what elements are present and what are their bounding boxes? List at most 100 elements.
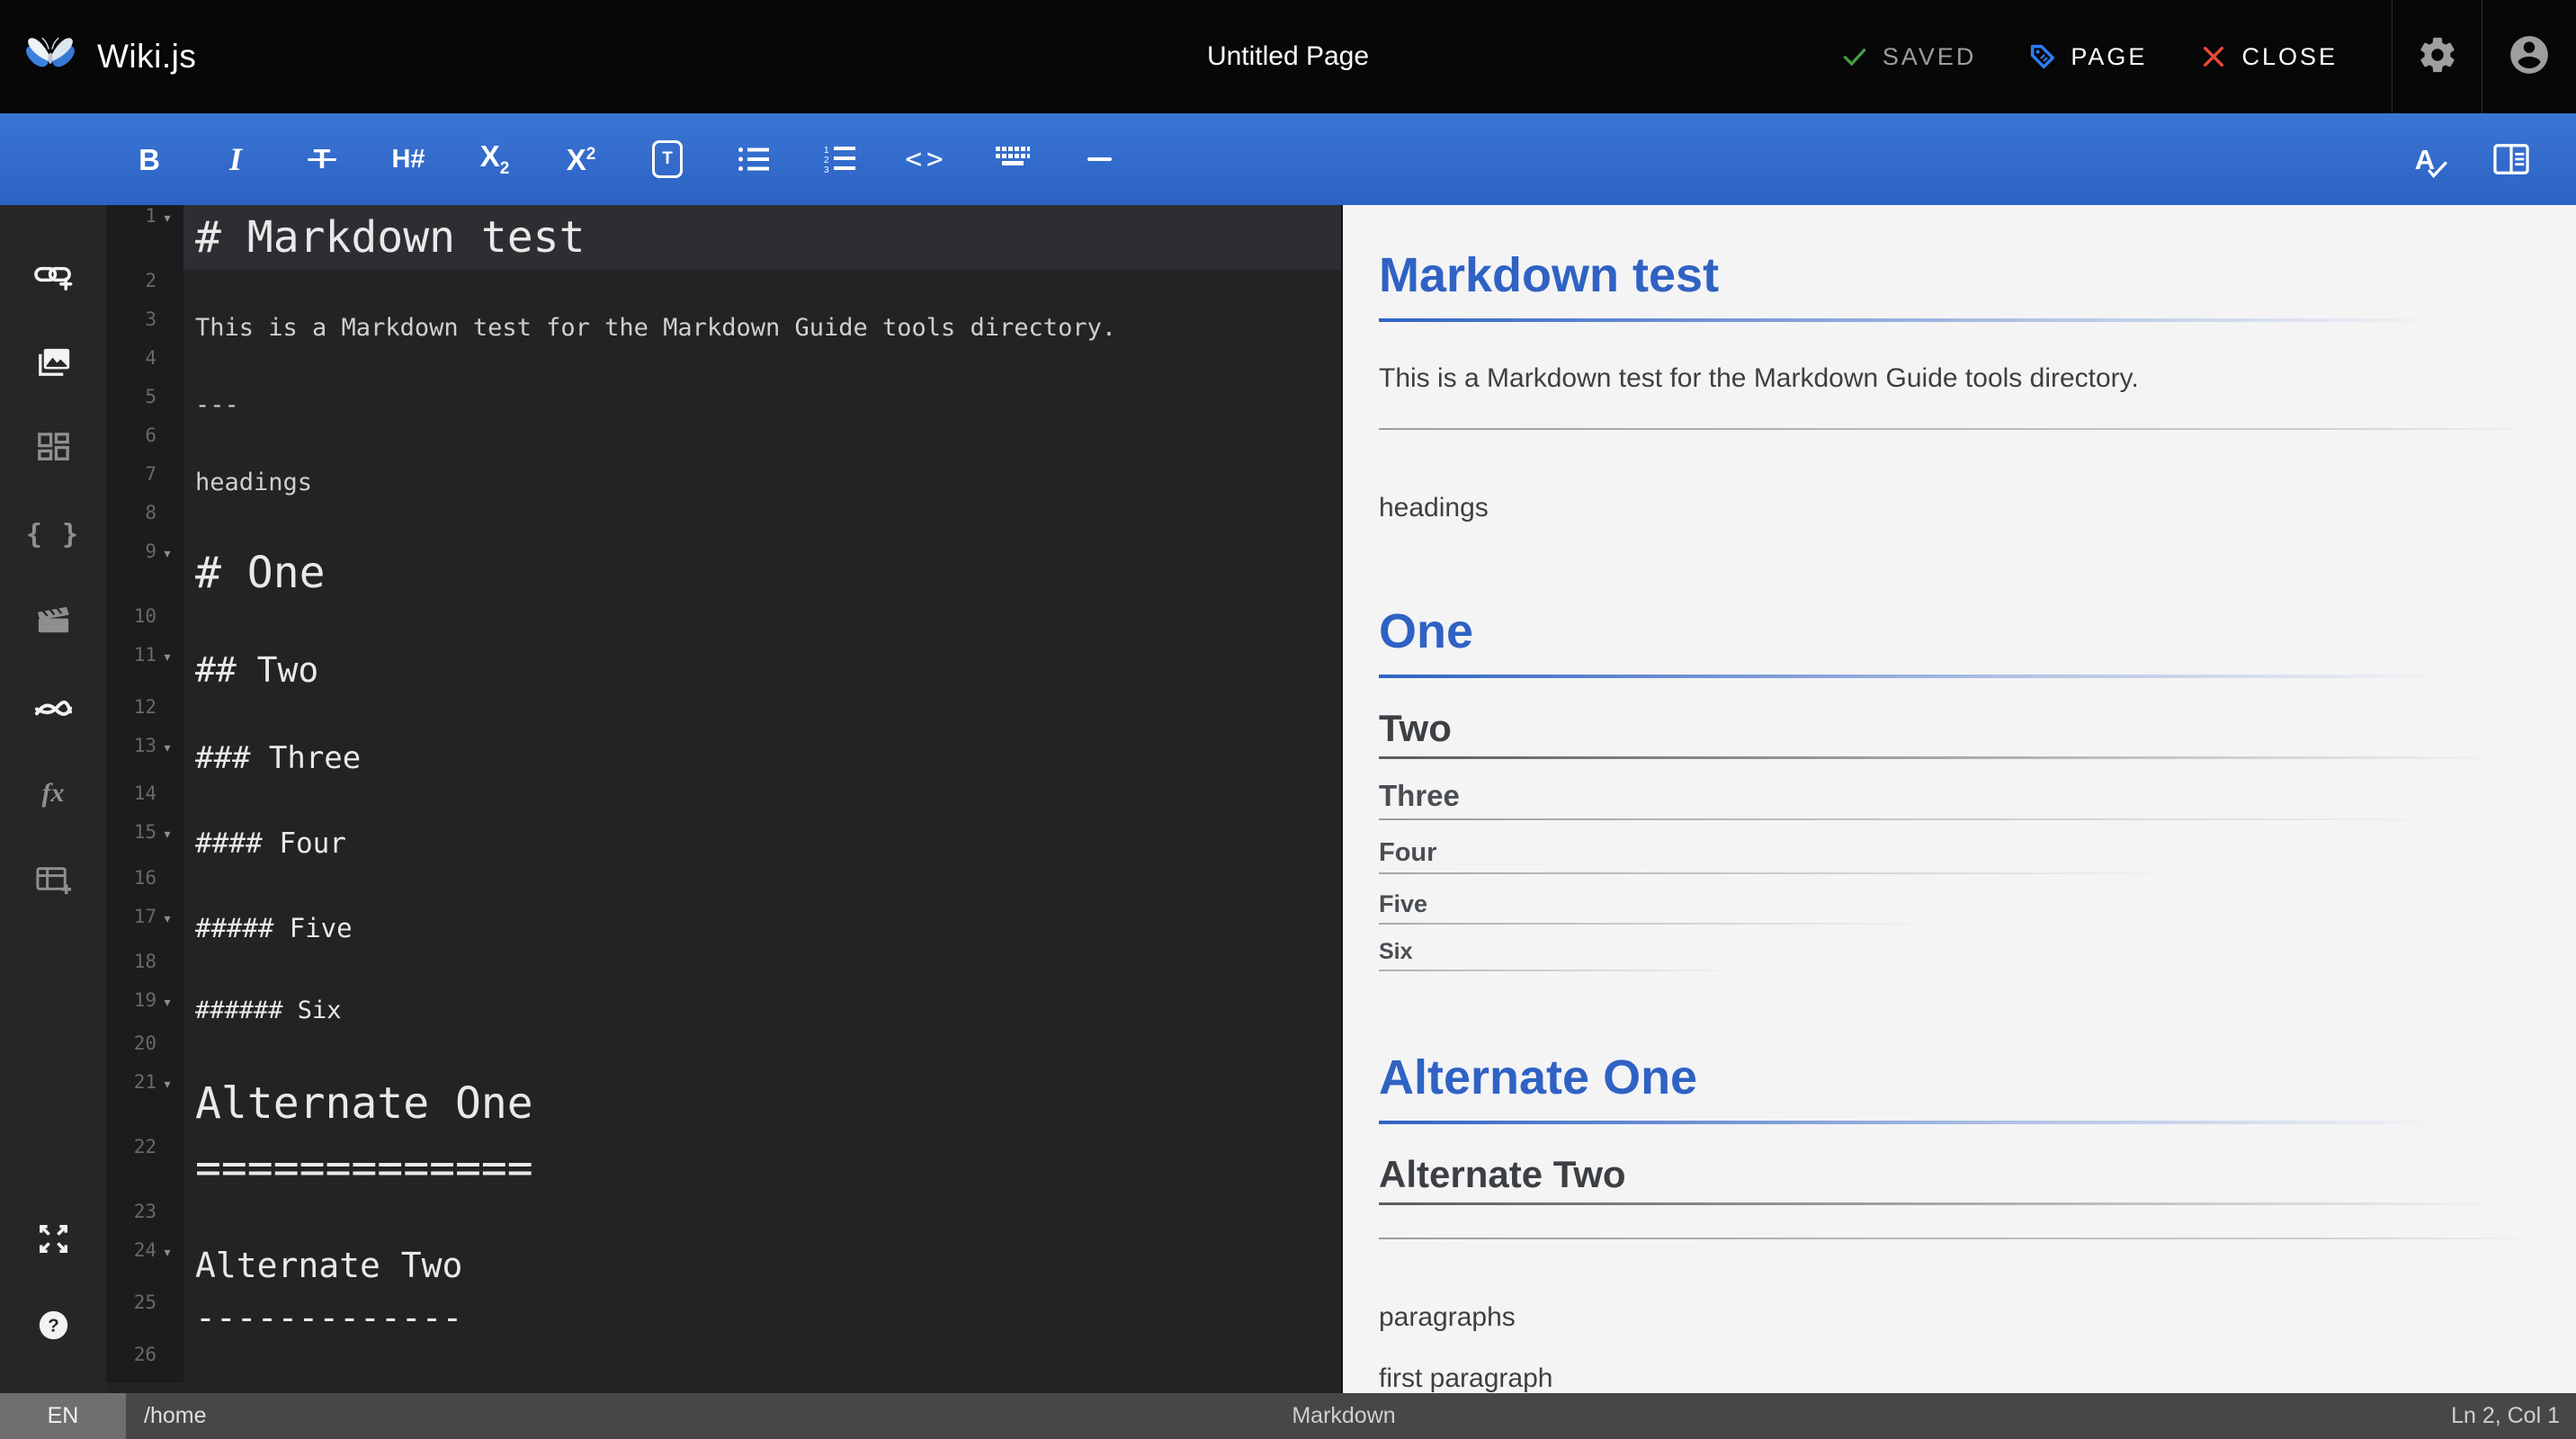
line-number-gutter[interactable]: 3 [106,308,183,347]
insert-video-icon[interactable] [0,577,106,664]
fold-arrow-icon[interactable]: ▾ [157,827,178,842]
insert-block-icon[interactable] [0,405,106,491]
line-content[interactable] [183,502,1341,541]
line-number-gutter[interactable]: 19 ▾ [106,989,183,1032]
line-content[interactable] [183,782,1341,821]
strikethrough-icon[interactable]: T [279,113,365,205]
line-content[interactable]: ### Three [183,735,1341,782]
line-number-gutter[interactable]: 11 ▾ [106,644,183,696]
line-content[interactable] [183,1201,1341,1239]
editor-line[interactable]: 24 ▾ Alternate Two [106,1239,1341,1292]
numbered-list-icon[interactable]: 123 [797,113,883,205]
editor-line[interactable]: 4 [106,347,1341,386]
markdown-editor[interactable]: 1 ▾ # Markdown test 2 3 This is a Markdown te… [106,205,1343,1393]
line-number-gutter[interactable]: 1 ▾ [106,205,183,270]
insert-diagram-icon[interactable] [0,664,106,750]
editor-line[interactable]: 9 ▾ # One [106,541,1341,605]
bullet-list-icon[interactable] [711,113,797,205]
line-number-gutter[interactable]: 17 ▾ [106,906,183,951]
line-content[interactable]: ##### Five [183,906,1341,951]
spellcheck-icon[interactable]: A [2382,113,2468,205]
line-number-gutter[interactable]: 5 [106,386,183,425]
bold-icon[interactable]: B [106,113,192,205]
line-number-gutter[interactable]: 7 [106,463,183,502]
fold-arrow-icon[interactable]: ▾ [157,649,178,665]
editor-line[interactable]: 8 [106,502,1341,541]
editor-line[interactable]: 11 ▾ ## Two [106,644,1341,696]
line-number-gutter[interactable]: 6 [106,425,183,463]
line-content[interactable]: ------------- [183,1292,1341,1344]
fold-arrow-icon[interactable]: ▾ [157,546,178,561]
line-content[interactable] [183,270,1341,308]
math-function-icon[interactable]: fx [0,750,106,836]
fold-arrow-icon[interactable]: ▾ [157,1245,178,1260]
textbox-icon[interactable]: T [624,113,711,205]
line-number-gutter[interactable]: 22 [106,1136,183,1201]
code-braces-icon[interactable]: { } [0,491,106,577]
superscript-icon[interactable]: X2 [538,113,624,205]
editor-line[interactable]: 6 [106,425,1341,463]
line-number-gutter[interactable]: 16 [106,867,183,906]
line-number-gutter[interactable]: 8 [106,502,183,541]
editor-line[interactable]: 17 ▾ ##### Five [106,906,1341,951]
line-content[interactable] [183,867,1341,906]
editor-line[interactable]: 22 ============= [106,1136,1341,1201]
editor-line[interactable]: 18 [106,951,1341,989]
line-content[interactable] [183,425,1341,463]
line-number-gutter[interactable]: 26 [106,1344,183,1382]
editor-line[interactable]: 23 [106,1201,1341,1239]
fold-arrow-icon[interactable]: ▾ [157,210,178,226]
line-number-gutter[interactable]: 24 ▾ [106,1239,183,1292]
horizontal-rule-icon[interactable] [1056,113,1142,205]
editor-line[interactable]: 7 headings [106,463,1341,502]
line-content[interactable]: --- [183,386,1341,425]
help-icon[interactable]: ? [0,1282,106,1368]
line-content[interactable] [183,1344,1341,1382]
line-content[interactable] [183,605,1341,644]
line-content[interactable] [183,347,1341,386]
heading-icon[interactable]: H# [365,113,452,205]
subscript-icon[interactable]: X2 [452,113,538,205]
editor-line[interactable]: 14 [106,782,1341,821]
line-number-gutter[interactable]: 15 ▾ [106,821,183,867]
line-content[interactable]: This is a Markdown test for the Markdown… [183,308,1341,347]
fold-arrow-icon[interactable]: ▾ [157,1077,178,1092]
line-content[interactable]: # One [183,541,1341,605]
line-number-gutter[interactable]: 9 ▾ [106,541,183,605]
line-number-gutter[interactable]: 13 ▾ [106,735,183,782]
inline-code-icon[interactable]: <> [883,113,970,205]
line-number-gutter[interactable]: 25 [106,1292,183,1344]
line-content[interactable] [183,951,1341,989]
line-number-gutter[interactable]: 4 [106,347,183,386]
fold-arrow-icon[interactable]: ▾ [157,995,178,1010]
line-number-gutter[interactable]: 23 [106,1201,183,1239]
editor-line[interactable]: 15 ▾ #### Four [106,821,1341,867]
editor-line[interactable]: 12 [106,696,1341,735]
line-content[interactable] [183,1032,1341,1071]
editor-line[interactable]: 13 ▾ ### Three [106,735,1341,782]
editor-line[interactable]: 3 This is a Markdown test for the Markdow… [106,308,1341,347]
editor-line[interactable]: 19 ▾ ###### Six [106,989,1341,1032]
line-content[interactable]: headings [183,463,1341,502]
settings-button[interactable] [2392,0,2482,113]
line-content[interactable]: ============= [183,1136,1341,1201]
line-content[interactable]: #### Four [183,821,1341,867]
account-button[interactable] [2482,0,2576,113]
line-content[interactable]: ###### Six [183,989,1341,1032]
insert-image-icon[interactable] [0,318,106,405]
page-button[interactable]: PAGE [2028,42,2147,71]
line-content[interactable]: Alternate Two [183,1239,1341,1292]
line-content[interactable]: ## Two [183,644,1341,696]
line-number-gutter[interactable]: 20 [106,1032,183,1071]
editor-line[interactable]: 21 ▾ Alternate One [106,1071,1341,1136]
line-number-gutter[interactable]: 12 [106,696,183,735]
editor-line[interactable]: 20 [106,1032,1341,1071]
fold-arrow-icon[interactable]: ▾ [157,740,178,755]
editor-line[interactable]: 1 ▾ # Markdown test [106,205,1341,270]
split-view-icon[interactable] [2468,113,2554,205]
keyboard-icon[interactable] [970,113,1056,205]
locale-selector[interactable]: EN [0,1393,126,1439]
line-number-gutter[interactable]: 2 [106,270,183,308]
line-number-gutter[interactable]: 10 [106,605,183,644]
line-number-gutter[interactable]: 21 ▾ [106,1071,183,1136]
